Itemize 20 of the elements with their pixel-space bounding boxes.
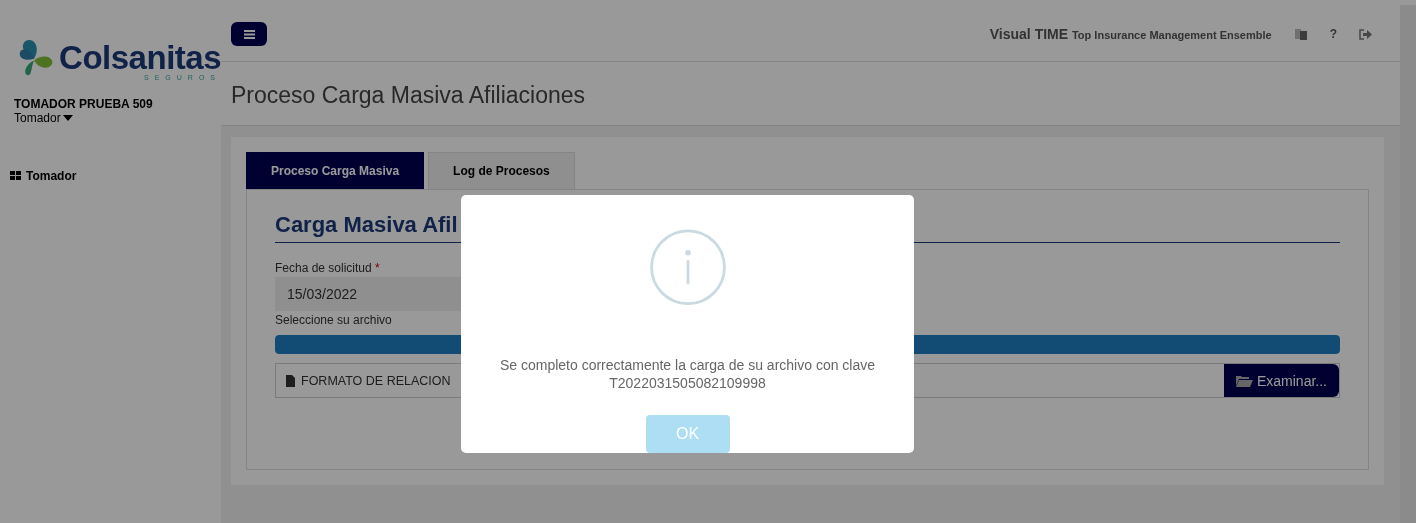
tab[interactable]: Proceso Carga Masiva: [246, 152, 425, 189]
tab[interactable]: Log de Procesos: [428, 152, 575, 189]
menu-button[interactable]: [231, 22, 267, 46]
user-name: TOMADOR PRUEBA 509: [14, 97, 154, 111]
browse-button[interactable]: Examinar...: [1223, 364, 1339, 397]
field-label: Seleccione su archivo: [275, 313, 393, 327]
app-brand: Visual TIME Top Insurance Management Ensemble: [989, 26, 1272, 42]
logo-wordmark: Colsanitas: [59, 41, 221, 74]
folder-icon: [1235, 374, 1253, 387]
file-icon: [286, 374, 295, 387]
role-dropdown[interactable]: Tomador: [10, 111, 73, 125]
caret-icon: [62, 115, 73, 121]
page-title: Proceso Carga Masiva Afiliaciones: [221, 62, 1400, 126]
grid-icon: [10, 171, 22, 181]
menu-icon: [243, 29, 255, 39]
field-label: Fecha de solicitud *: [275, 261, 381, 275]
dialog-message: Se completo correctamente la carga de su archivo con clave T2022031505082109998: [499, 357, 876, 393]
sidebar-item[interactable]: Tomador: [10, 169, 77, 183]
logout-icon[interactable]: [1359, 28, 1372, 40]
help-button[interactable]: ?: [1329, 27, 1337, 41]
